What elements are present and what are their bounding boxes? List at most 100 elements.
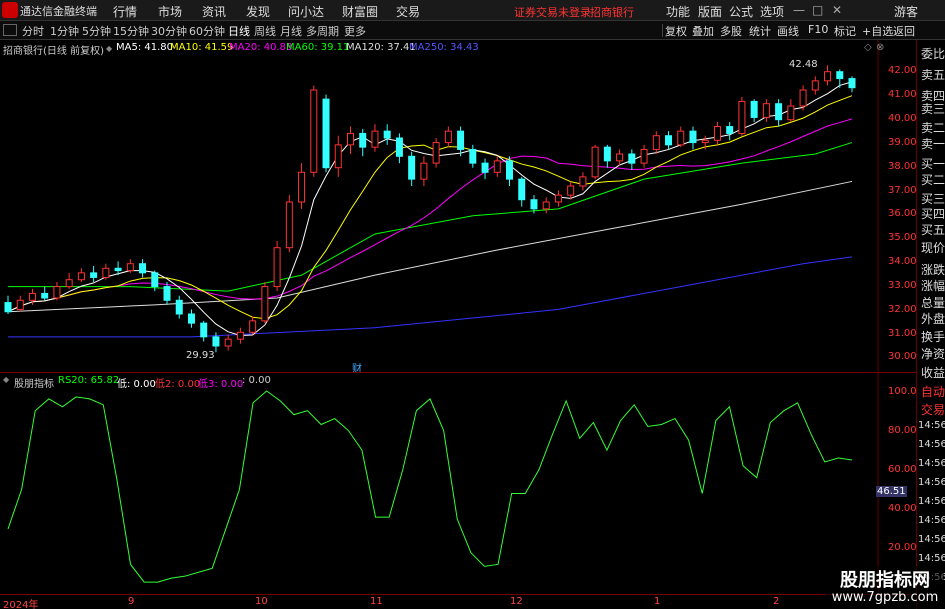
candle[interactable] xyxy=(371,130,379,148)
tab-monthly[interactable]: 月线 xyxy=(280,23,302,39)
candle[interactable] xyxy=(701,139,709,144)
candle[interactable] xyxy=(212,336,220,347)
back-button[interactable]: 返回 xyxy=(893,23,915,39)
candle[interactable] xyxy=(848,78,856,89)
candle[interactable] xyxy=(481,162,489,173)
menu-hangqing[interactable]: 行情 xyxy=(113,3,137,20)
quote-side-panel[interactable]: 委比 卖五 卖四 卖三 卖二 卖一 买一 买二 买三 买四 买五 现价 涨跌 涨幅 总量 外盘 换手 净资 收益 自动… xyxy=(916,40,945,609)
side-panel-item[interactable]: 14:56 xyxy=(918,439,945,450)
tongji-button[interactable]: 统计 xyxy=(749,23,771,39)
add-watchlist-button[interactable]: +自选 xyxy=(862,23,893,39)
candle[interactable] xyxy=(493,160,501,173)
f10-button[interactable]: F10 xyxy=(808,23,828,36)
candle[interactable] xyxy=(163,286,171,301)
candle[interactable] xyxy=(187,313,195,324)
candle[interactable] xyxy=(420,162,428,180)
indicator-name[interactable]: 股朋指标 xyxy=(14,375,54,390)
side-panel-item[interactable]: 卖五 xyxy=(921,66,945,83)
candle[interactable] xyxy=(530,199,538,210)
candle[interactable] xyxy=(126,263,134,272)
menu-banmian[interactable]: 版面 xyxy=(698,3,722,20)
side-panel-item[interactable]: 14:56 xyxy=(918,553,945,564)
candle[interactable] xyxy=(811,80,819,91)
candle[interactable] xyxy=(4,302,12,313)
legend-dropdown-icon[interactable]: ◆ xyxy=(106,44,112,53)
tab-more[interactable]: 更多 xyxy=(344,23,366,39)
candle[interactable] xyxy=(200,322,208,338)
candle[interactable] xyxy=(787,105,795,121)
candle[interactable] xyxy=(689,130,697,144)
candle[interactable] xyxy=(151,272,159,288)
side-panel-item[interactable]: 买二 xyxy=(921,171,945,188)
side-panel-item[interactable]: 交易 xyxy=(921,401,945,418)
candle[interactable] xyxy=(432,142,440,164)
chart-close-icon[interactable]: ⊗ xyxy=(876,42,884,53)
tab-30min[interactable]: 30分钟 xyxy=(151,23,187,39)
tab-multi-period[interactable]: 多周期 xyxy=(306,23,339,39)
candle[interactable] xyxy=(738,100,746,134)
candle[interactable] xyxy=(762,103,770,118)
candle[interactable] xyxy=(236,331,244,340)
menu-faxian[interactable]: 发现 xyxy=(246,3,270,20)
candle[interactable] xyxy=(506,160,514,180)
candle[interactable] xyxy=(567,185,575,196)
side-panel-item[interactable]: 收益 xyxy=(921,364,945,381)
tab-5min[interactable]: 5分钟 xyxy=(82,23,111,39)
tab-15min[interactable]: 15分钟 xyxy=(113,23,149,39)
candle[interactable] xyxy=(518,178,526,201)
candle[interactable] xyxy=(713,126,721,141)
candle[interactable] xyxy=(640,148,648,164)
side-panel-item[interactable]: 总量 xyxy=(921,294,945,311)
candle[interactable] xyxy=(41,292,49,299)
candle[interactable] xyxy=(175,299,183,315)
candle[interactable] xyxy=(775,103,783,121)
candle[interactable] xyxy=(359,132,367,148)
side-panel-item[interactable]: 外盘 xyxy=(921,310,945,327)
candle[interactable] xyxy=(273,247,281,288)
candle[interactable] xyxy=(726,126,734,134)
candle[interactable] xyxy=(542,201,550,210)
candle[interactable] xyxy=(665,135,673,146)
candle[interactable] xyxy=(616,153,624,162)
candle[interactable] xyxy=(77,272,85,281)
huaxian-button[interactable]: 画线 xyxy=(777,23,799,39)
candle[interactable] xyxy=(469,148,477,164)
side-panel-item[interactable]: 14:56 xyxy=(918,515,945,526)
price-chart[interactable]: 招商银行(日线 前复权) ◆ MA5: 41.80 MA10: 41.59 MA… xyxy=(0,40,917,375)
menu-jiaoyi[interactable]: 交易 xyxy=(396,3,420,20)
candle[interactable] xyxy=(310,89,318,173)
candle[interactable] xyxy=(395,137,403,157)
side-panel-item[interactable]: 买四 xyxy=(921,205,945,222)
side-panel-item[interactable]: 买五 xyxy=(921,221,945,238)
candle[interactable] xyxy=(750,100,758,118)
side-panel-item[interactable]: 买一 xyxy=(921,155,945,172)
candle[interactable] xyxy=(139,263,147,274)
tab-fenshi[interactable]: 分时 xyxy=(22,23,44,39)
side-panel-item[interactable]: 卖一 xyxy=(921,135,945,152)
candle[interactable] xyxy=(28,292,36,301)
menu-caifuquan[interactable]: 财富圈 xyxy=(342,3,378,20)
candle[interactable] xyxy=(102,267,110,278)
side-panel-item[interactable]: 卖二 xyxy=(921,119,945,136)
side-panel-item[interactable]: 14:56 xyxy=(918,420,945,431)
side-panel-item[interactable]: 净资 xyxy=(921,345,945,362)
candle[interactable] xyxy=(799,89,807,107)
side-panel-item[interactable]: 现价 xyxy=(921,239,945,256)
side-panel-item[interactable]: 卖三 xyxy=(921,100,945,117)
menu-gongneng[interactable]: 功能 xyxy=(666,3,690,20)
fuquan-button[interactable]: 复权 xyxy=(665,23,687,39)
side-panel-item[interactable]: 14:56 xyxy=(918,496,945,507)
candle[interactable] xyxy=(53,286,61,299)
candle[interactable] xyxy=(65,279,73,288)
candle[interactable] xyxy=(591,146,599,178)
side-panel-item[interactable]: 委比 xyxy=(921,45,945,62)
side-panel-item[interactable]: 14:56 xyxy=(918,477,945,488)
candle[interactable] xyxy=(16,299,24,310)
candle[interactable] xyxy=(298,171,306,203)
candle[interactable] xyxy=(824,71,832,82)
indicator-panel[interactable]: ◆ 股朋指标 RS20: 65.82 低: 0.00 低2: 0.00 低3: … xyxy=(0,372,917,595)
indicator-dropdown-icon[interactable]: ◆ xyxy=(3,375,9,384)
menu-zixun[interactable]: 资讯 xyxy=(202,3,226,20)
candle[interactable] xyxy=(603,146,611,162)
candle[interactable] xyxy=(457,130,465,150)
